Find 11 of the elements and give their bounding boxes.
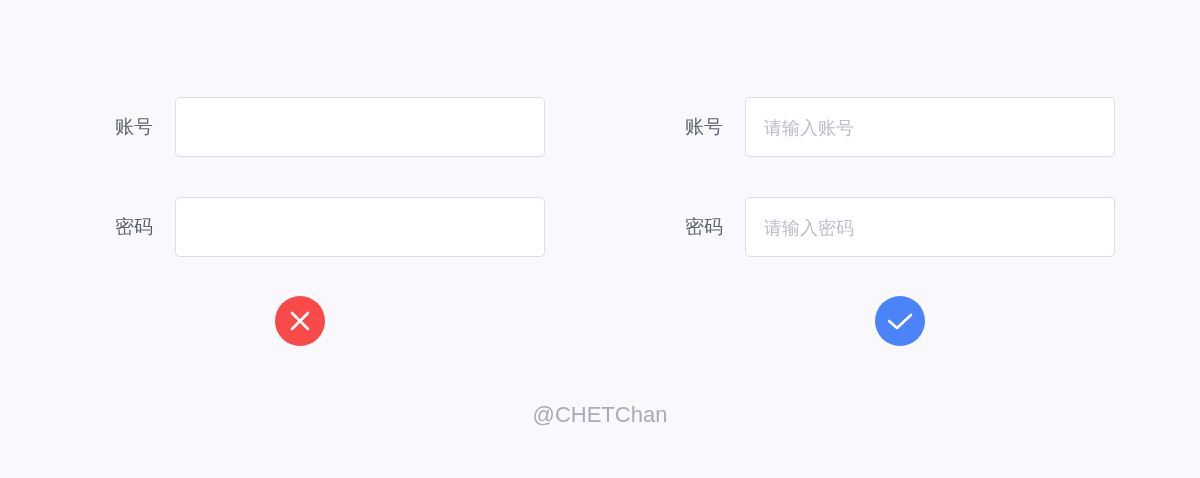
author-signature: @CHETChan (532, 402, 668, 428)
field-label: 账号 (685, 114, 724, 139)
input-field[interactable] (175, 197, 545, 257)
input-field[interactable]: 请输入账号 (745, 97, 1115, 157)
input-field[interactable] (175, 97, 545, 157)
field-label: 账号 (115, 114, 154, 139)
input-field[interactable]: 请输入密码 (745, 197, 1115, 257)
field-label: 密码 (685, 214, 724, 239)
field-label: 密码 (115, 214, 154, 239)
checkmark-icon (875, 296, 925, 346)
cross-icon (275, 296, 325, 346)
